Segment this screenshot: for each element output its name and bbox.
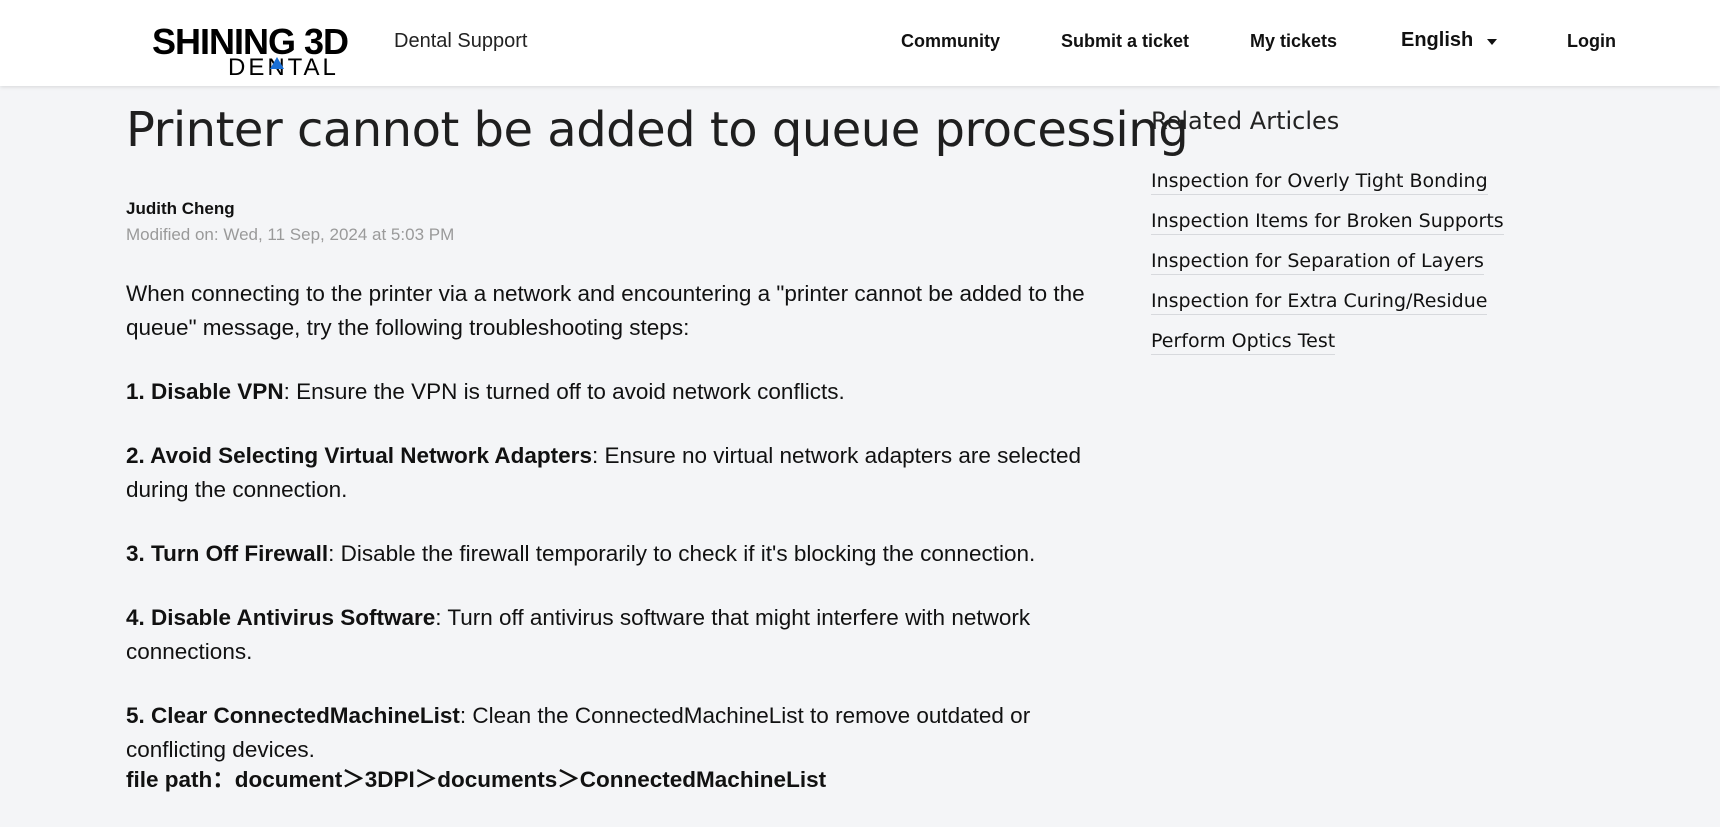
nav-community-link[interactable]: Community [901,31,1000,52]
article-intro: When connecting to the printer via a net… [126,281,1085,340]
step-text: : Disable the firewall temporarily to ch… [328,541,1036,566]
article-title: Printer cannot be added to queue process… [126,102,1189,158]
step-title: 2. Avoid Selecting Virtual Network Adapt… [126,443,592,468]
step-title: 3. Turn Off Firewall [126,541,329,566]
related-article-link[interactable]: Inspection for Separation of Layers [1151,250,1484,275]
shining3d-dental-logo[interactable]: SHINING 3D DENTAL [152,22,352,81]
nav-login-link[interactable]: Login [1567,31,1616,52]
article-body: When connecting to the printer via a net… [126,277,1106,827]
related-article-link[interactable]: Inspection Items for Broken Supports [1151,210,1504,235]
article-step: 1. Disable VPN: Ensure the VPN is turned… [126,375,1106,409]
step-text: : Ensure the VPN is turned off to avoid … [283,379,845,404]
step-title: 4. Disable Antivirus Software [126,605,436,630]
chevron-down-icon[interactable] [1487,39,1497,45]
article-step: 5. Clear ConnectedMachineList: Clean the… [126,699,1106,767]
related-article-link[interactable]: Inspection for Extra Curing/Residue [1151,290,1488,315]
related-articles-heading: Related Articles [1151,107,1340,135]
nav-submit-ticket-link[interactable]: Submit a ticket [1061,31,1189,52]
file-path-text: file path：document＞3DPI＞documents＞Connec… [126,767,827,792]
step-title: 5. Clear ConnectedMachineList [126,703,460,728]
step-title: 1. Disable VPN [126,379,284,404]
article-step: 3. Turn Off Firewall: Disable the firewa… [126,537,1106,571]
article-step: 4. Disable Antivirus Software: Turn off … [126,601,1106,669]
brand-subtitle[interactable]: Dental Support [394,30,527,53]
nav-my-tickets-link[interactable]: My tickets [1250,31,1337,52]
article-step: 2. Avoid Selecting Virtual Network Adapt… [126,439,1106,507]
logo-accent-triangle [270,57,284,69]
related-article-link[interactable]: Perform Optics Test [1151,330,1336,355]
article-author: Judith Cheng [126,199,235,218]
related-article-link[interactable]: Inspection for Overly Tight Bonding [1151,170,1488,195]
language-selector[interactable]: English [1401,29,1473,52]
site-header: SHINING 3D DENTAL Dental Support Communi… [0,0,1720,86]
article-modified-date: Modified on: Wed, 11 Sep, 2024 at 5:03 P… [126,225,455,244]
